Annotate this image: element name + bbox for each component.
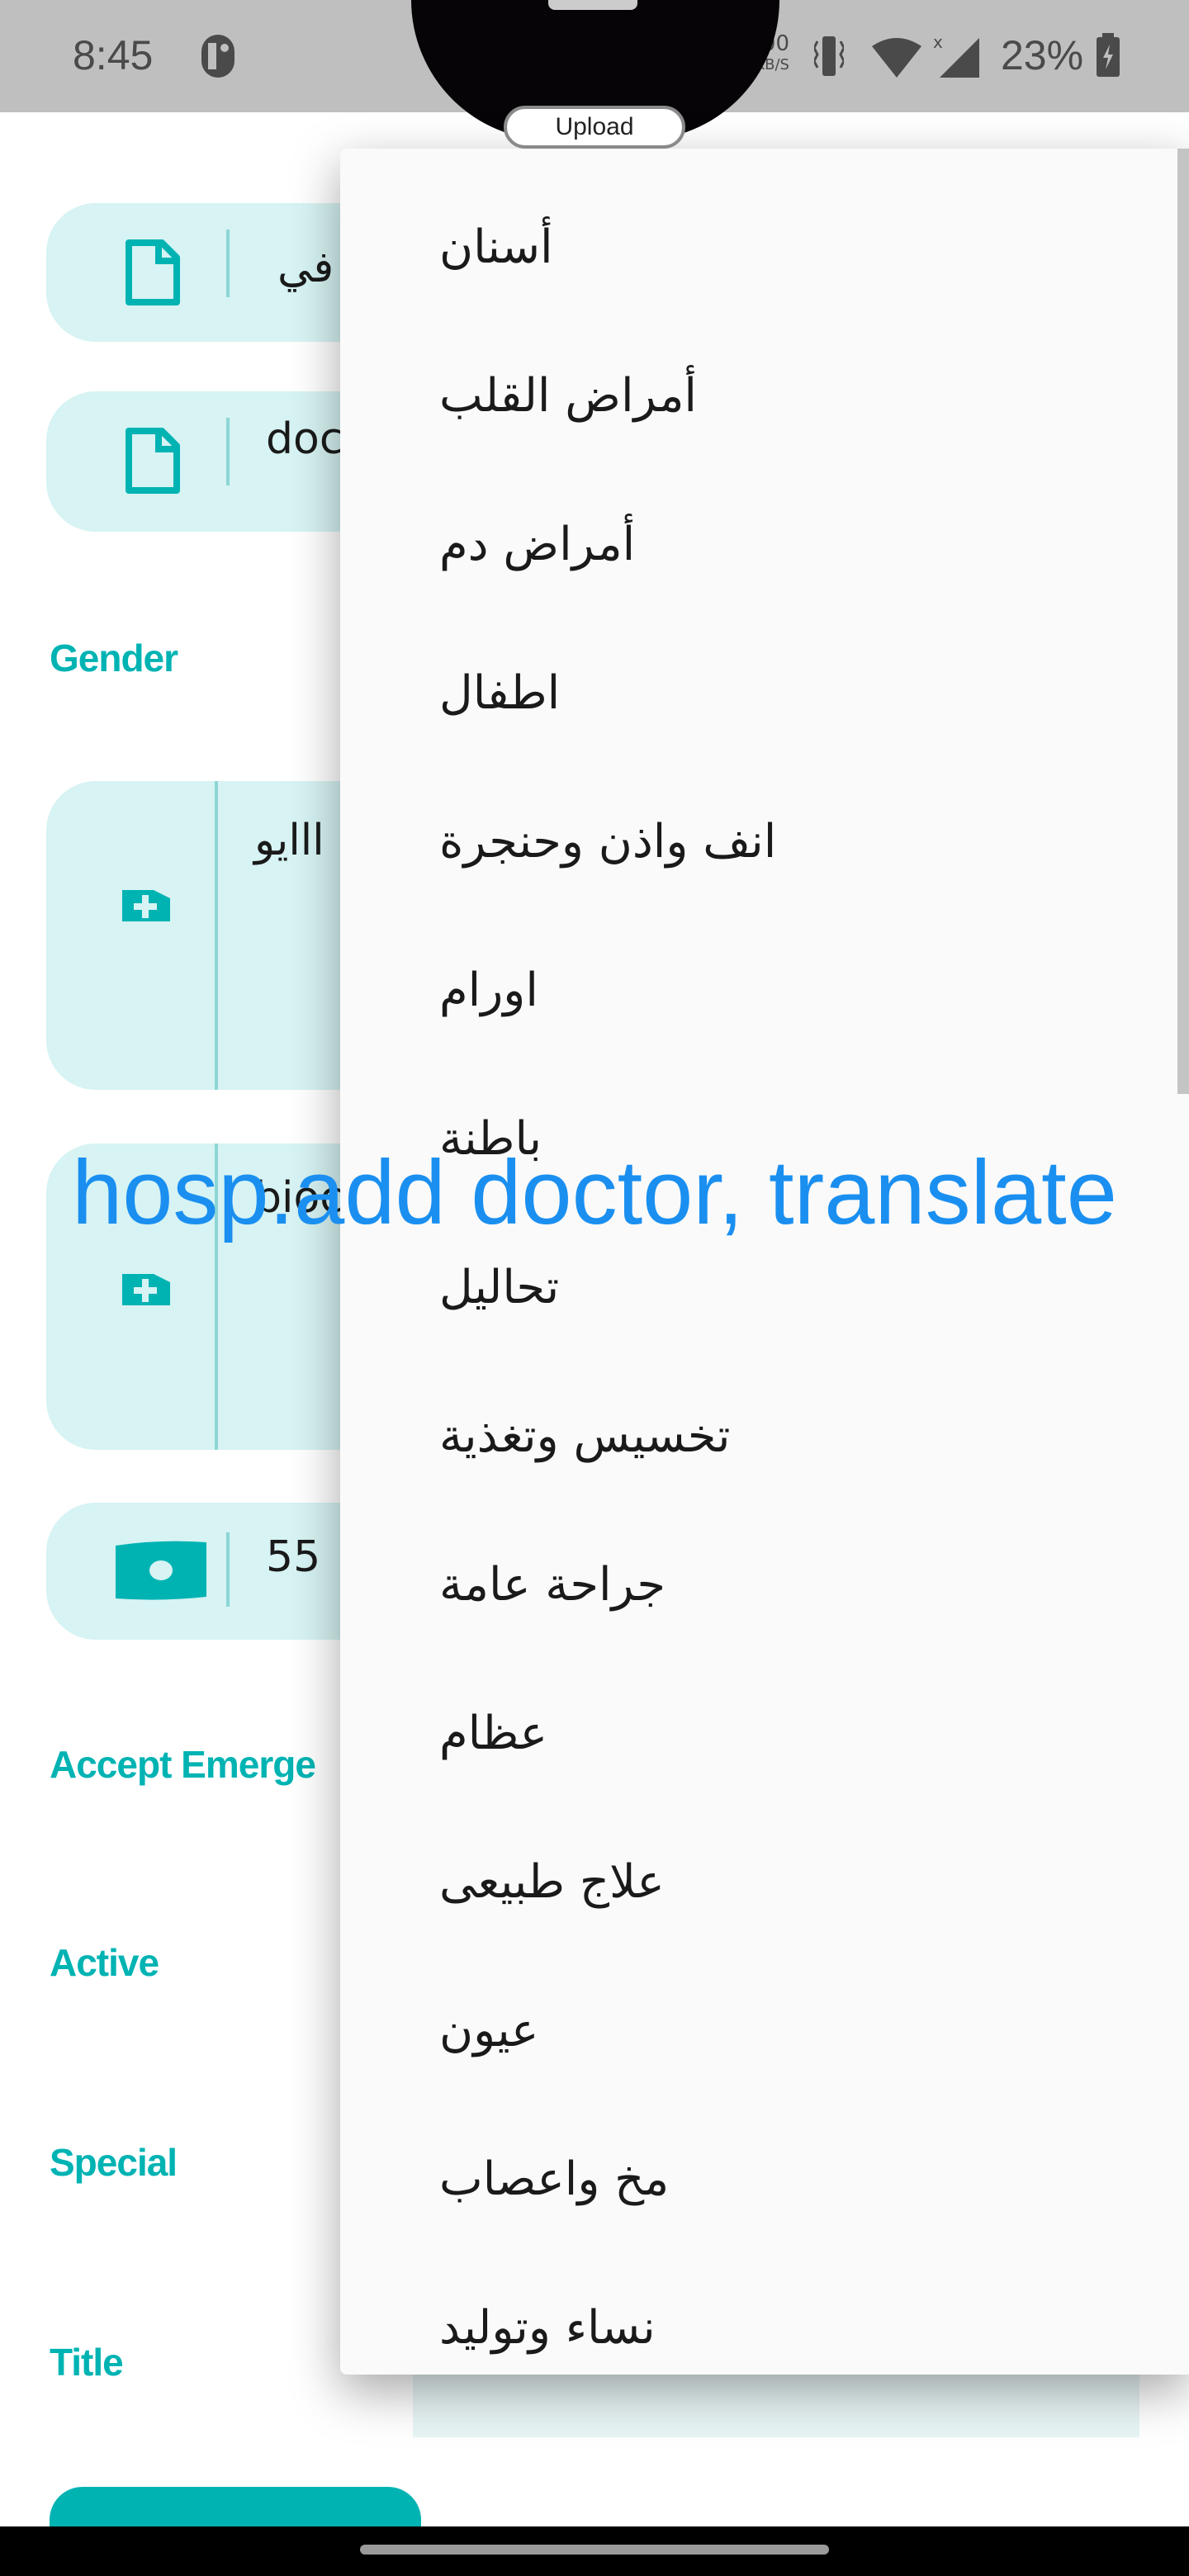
active-label: Active	[50, 1941, 159, 1984]
file-icon	[126, 428, 180, 494]
dropdown-item[interactable]: اطفال	[439, 619, 560, 768]
camera	[548, 0, 637, 10]
dropdown-item[interactable]: مخ واعصاب	[439, 2105, 669, 2254]
field3-value: ااايو	[254, 816, 324, 865]
dropdown-item[interactable]: نساء وتوليد	[439, 2254, 656, 2403]
dropdown-item[interactable]: تخسيس وتغذية	[439, 1362, 730, 1511]
scrollbar[interactable]	[1177, 149, 1189, 1094]
dropdown-item[interactable]: أمراض دم	[439, 471, 635, 619]
dropdown-item[interactable]: أسنان	[439, 173, 553, 322]
field-divider	[226, 230, 230, 297]
money-icon	[116, 1541, 206, 1600]
field2-value: doc	[266, 414, 343, 464]
medical-file-icon	[122, 1274, 170, 1305]
battery-percent: 23%	[1001, 32, 1084, 78]
vibrate-icon	[814, 36, 844, 76]
battery-charging-icon	[1097, 33, 1120, 77]
file-icon	[126, 239, 180, 305]
dropdown-item[interactable]: عيون	[439, 1957, 538, 2105]
home-handle[interactable]	[360, 2545, 829, 2555]
field-divider	[226, 1532, 230, 1607]
title-label: Title	[50, 2341, 124, 2384]
field-divider	[226, 418, 230, 485]
submit-button[interactable]	[50, 2487, 421, 2526]
accept-emergency-label: Accept Emerge	[50, 1743, 316, 1786]
navigation-bar	[0, 2526, 1189, 2576]
dropdown-item[interactable]: أمراض القلب	[439, 322, 697, 471]
field1-value: في	[277, 243, 334, 292]
upload-button[interactable]: Upload	[504, 106, 685, 149]
signal-icon: x	[933, 33, 979, 78]
dropdown-item[interactable]: انف واذن وحنجرة	[439, 768, 776, 916]
dropdown-item[interactable]: اورام	[439, 916, 538, 1065]
field-divider	[215, 781, 218, 1090]
clock: 8:45	[73, 32, 154, 78]
price-value: 55	[266, 1532, 321, 1582]
app-notification-icon	[201, 35, 234, 78]
wifi-icon	[872, 38, 921, 78]
dropdown-item[interactable]: عظام	[439, 1660, 547, 1808]
svg-text:x: x	[933, 33, 943, 52]
medical-file-icon	[122, 890, 170, 921]
special-label: Special	[50, 2141, 178, 2184]
dropdown-item[interactable]: علاج طبيعى	[439, 1808, 665, 1957]
gender-label: Gender	[50, 637, 178, 680]
specialty-dropdown-menu: أسنان أمراض القلب أمراض دم اطفال انف واذن وح…	[340, 149, 1189, 2375]
dropdown-item[interactable]: جراحة عامة	[439, 1511, 666, 1660]
overlay-caption: hosp.add doctor, translate	[72, 1142, 1117, 1243]
